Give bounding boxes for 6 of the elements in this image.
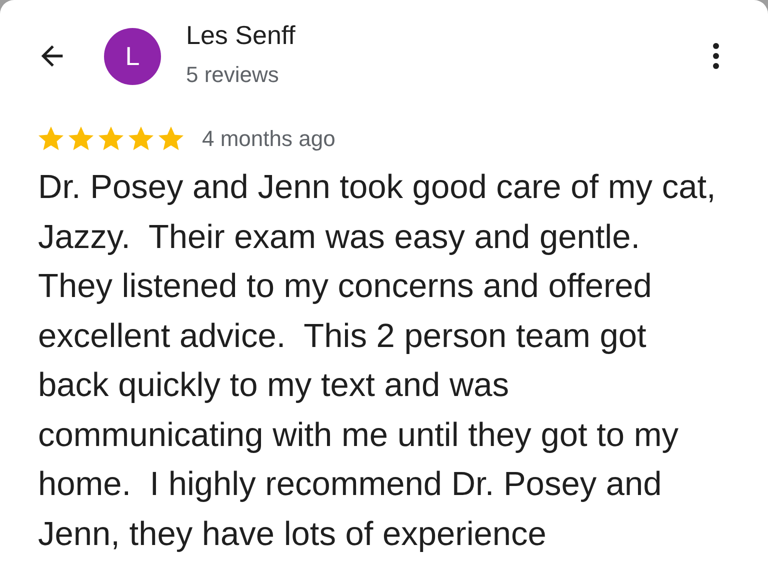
review-count: 5 reviews	[186, 61, 280, 89]
review-text: Dr. Posey and Jenn took good care of my cat, Jazzy. Their exam was easy and gentle. They listened to my concerns and offered excellent advice. This 2 person team got back quickly to my text and was communicating with me until they got to my home. I highly recommend Dr. Posey and Jenn, they have lots of experience	[37, 168, 717, 554]
more-options-icon[interactable]	[712, 42, 720, 70]
review-time: 4 months ago	[202, 125, 336, 153]
avatar: L	[104, 28, 161, 84]
reviewer-name[interactable]: Les Senff	[186, 18, 296, 52]
